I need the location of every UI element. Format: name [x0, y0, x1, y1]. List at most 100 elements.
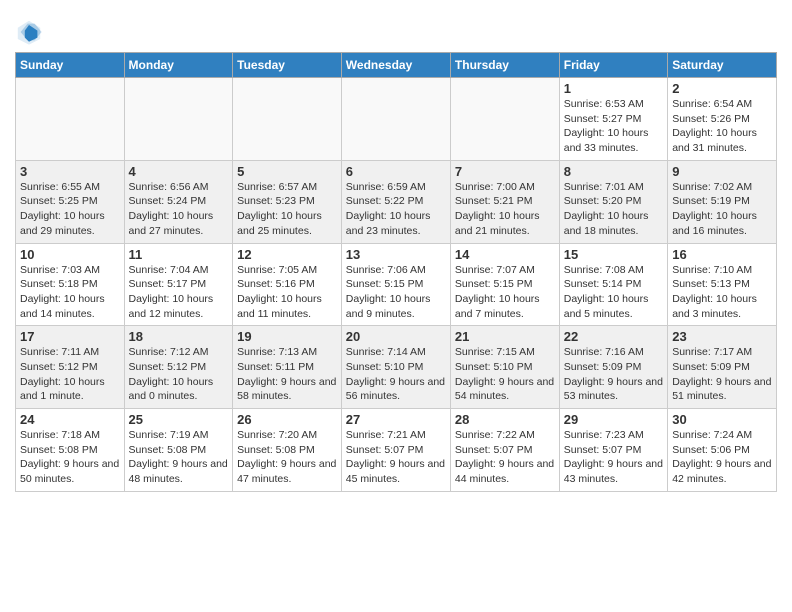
day-number: 28 — [455, 412, 555, 427]
sunset-text: Sunset: 5:23 PM — [237, 195, 315, 207]
sunrise-text: Sunrise: 7:23 AM — [564, 429, 644, 441]
sunrise-text: Sunrise: 7:08 AM — [564, 264, 644, 276]
col-header-wednesday: Wednesday — [341, 53, 450, 78]
day-content: Sunrise: 7:12 AMSunset: 5:12 PMDaylight:… — [129, 345, 229, 404]
sunset-text: Sunset: 5:25 PM — [20, 195, 98, 207]
day-content: Sunrise: 7:20 AMSunset: 5:08 PMDaylight:… — [237, 428, 337, 487]
calendar-cell — [16, 78, 125, 161]
calendar-cell — [233, 78, 342, 161]
day-content: Sunrise: 7:21 AMSunset: 5:07 PMDaylight:… — [346, 428, 446, 487]
day-number: 12 — [237, 247, 337, 262]
calendar-week-row: 17 Sunrise: 7:11 AM Sunset: 5:12 PM Dayligh… — [16, 326, 777, 409]
sunrise-text: Sunrise: 7:05 AM — [237, 264, 317, 276]
sunset-text: Sunset: 5:21 PM — [455, 195, 533, 207]
day-number: 26 — [237, 412, 337, 427]
sunset-text: Sunset: 5:24 PM — [129, 195, 207, 207]
sunset-text: Sunset: 5:09 PM — [672, 361, 750, 373]
day-content: Sunrise: 7:03 AM Sunset: 5:18 PM Daylight:… — [20, 263, 120, 322]
sunrise-text: Sunrise: 7:03 AM — [20, 264, 100, 276]
daylight-text: Daylight: 10 hours and 11 minutes. — [237, 293, 322, 320]
sunrise-text: Sunrise: 7:11 AM — [20, 346, 99, 358]
day-number: 17 — [20, 329, 120, 344]
calendar-cell — [124, 78, 233, 161]
daylight-text: Daylight: 10 hours and 25 minutes. — [237, 210, 322, 237]
calendar-cell: 20Sunrise: 7:14 AMSunset: 5:10 PMDayligh… — [341, 326, 450, 409]
calendar-cell: 22Sunrise: 7:16 AMSunset: 5:09 PMDayligh… — [559, 326, 667, 409]
day-number: 16 — [672, 247, 772, 262]
sunset-text: Sunset: 5:07 PM — [564, 444, 642, 456]
sunrise-text: Sunrise: 7:00 AM — [455, 181, 535, 193]
sunset-text: Sunset: 5:12 PM — [129, 361, 207, 373]
sunrise-text: Sunrise: 7:07 AM — [455, 264, 535, 276]
day-content: Sunrise: 7:01 AMSunset: 5:20 PMDaylight:… — [564, 180, 663, 239]
daylight-text: Daylight: 10 hours and 12 minutes. — [129, 293, 214, 320]
sunset-text: Sunset: 5:18 PM — [20, 278, 98, 290]
day-content: Sunrise: 6:54 AMSunset: 5:26 PMDaylight:… — [672, 97, 772, 156]
calendar-cell: 14Sunrise: 7:07 AMSunset: 5:15 PMDayligh… — [450, 243, 559, 326]
sunset-text: Sunset: 5:10 PM — [346, 361, 424, 373]
day-content: Sunrise: 7:22 AMSunset: 5:07 PMDaylight:… — [455, 428, 555, 487]
calendar-cell: 23Sunrise: 7:17 AMSunset: 5:09 PMDayligh… — [668, 326, 777, 409]
sunrise-text: Sunrise: 7:10 AM — [672, 264, 752, 276]
calendar-cell: 26Sunrise: 7:20 AMSunset: 5:08 PMDayligh… — [233, 409, 342, 492]
col-header-sunday: Sunday — [16, 53, 125, 78]
sunrise-text: Sunrise: 6:54 AM — [672, 98, 752, 110]
day-number: 24 — [20, 412, 120, 427]
daylight-text: Daylight: 10 hours and 16 minutes. — [672, 210, 757, 237]
day-number: 11 — [129, 247, 229, 262]
sunset-text: Sunset: 5:07 PM — [346, 444, 424, 456]
day-content: Sunrise: 7:10 AMSunset: 5:13 PMDaylight:… — [672, 263, 772, 322]
calendar-cell: 5Sunrise: 6:57 AMSunset: 5:23 PMDaylight… — [233, 160, 342, 243]
day-number: 19 — [237, 329, 337, 344]
sunrise-text: Sunrise: 7:04 AM — [129, 264, 209, 276]
daylight-text: Daylight: 9 hours and 53 minutes. — [564, 376, 663, 403]
daylight-text: Daylight: 10 hours and 31 minutes. — [672, 127, 757, 154]
day-number: 15 — [564, 247, 663, 262]
day-number: 10 — [20, 247, 120, 262]
day-content: Sunrise: 7:17 AMSunset: 5:09 PMDaylight:… — [672, 345, 772, 404]
sunrise-text: Sunrise: 7:15 AM — [455, 346, 535, 358]
calendar-table: SundayMondayTuesdayWednesdayThursdayFrid… — [15, 52, 777, 492]
day-number: 1 — [564, 81, 663, 96]
day-content: Sunrise: 7:24 AMSunset: 5:06 PMDaylight:… — [672, 428, 772, 487]
calendar-cell: 15Sunrise: 7:08 AMSunset: 5:14 PMDayligh… — [559, 243, 667, 326]
calendar-cell: 11 Sunrise: 7:04 AM Sunset: 5:17 PM Dayligh… — [124, 243, 233, 326]
calendar-week-row: 3Sunrise: 6:55 AMSunset: 5:25 PMDaylight… — [16, 160, 777, 243]
day-number: 9 — [672, 164, 772, 179]
daylight-text: Daylight: 9 hours and 51 minutes. — [672, 376, 771, 403]
sunrise-text: Sunrise: 7:18 AM — [20, 429, 100, 441]
calendar-cell: 29Sunrise: 7:23 AMSunset: 5:07 PMDayligh… — [559, 409, 667, 492]
day-content: Sunrise: 6:57 AMSunset: 5:23 PMDaylight:… — [237, 180, 337, 239]
sunset-text: Sunset: 5:10 PM — [455, 361, 533, 373]
calendar-cell: 1Sunrise: 6:53 AMSunset: 5:27 PMDaylight… — [559, 78, 667, 161]
day-number: 7 — [455, 164, 555, 179]
calendar-cell: 18Sunrise: 7:12 AMSunset: 5:12 PMDayligh… — [124, 326, 233, 409]
daylight-text: Daylight: 9 hours and 50 minutes. — [20, 458, 119, 485]
day-number: 4 — [129, 164, 229, 179]
daylight-text: Daylight: 10 hours and 21 minutes. — [455, 210, 540, 237]
sunset-text: Sunset: 5:17 PM — [129, 278, 207, 290]
day-number: 22 — [564, 329, 663, 344]
day-content: Sunrise: 6:55 AMSunset: 5:25 PMDaylight:… — [20, 180, 120, 239]
calendar-cell: 21Sunrise: 7:15 AMSunset: 5:10 PMDayligh… — [450, 326, 559, 409]
day-number: 29 — [564, 412, 663, 427]
calendar-cell: 24Sunrise: 7:18 AMSunset: 5:08 PMDayligh… — [16, 409, 125, 492]
page-header — [15, 10, 777, 46]
calendar-cell: 2Sunrise: 6:54 AMSunset: 5:26 PMDaylight… — [668, 78, 777, 161]
col-header-tuesday: Tuesday — [233, 53, 342, 78]
day-content: Sunrise: 7:14 AMSunset: 5:10 PMDaylight:… — [346, 345, 446, 404]
daylight-text: Daylight: 10 hours and 18 minutes. — [564, 210, 649, 237]
day-number: 13 — [346, 247, 446, 262]
calendar-cell: 25Sunrise: 7:19 AMSunset: 5:08 PMDayligh… — [124, 409, 233, 492]
daylight-text: Daylight: 9 hours and 56 minutes. — [346, 376, 445, 403]
sunrise-text: Sunrise: 7:24 AM — [672, 429, 752, 441]
daylight-text: Daylight: 10 hours and 0 minutes. — [129, 376, 214, 403]
sunrise-text: Sunrise: 7:02 AM — [672, 181, 752, 193]
calendar-cell: 13Sunrise: 7:06 AMSunset: 5:15 PMDayligh… — [341, 243, 450, 326]
day-content: Sunrise: 7:06 AMSunset: 5:15 PMDaylight:… — [346, 263, 446, 322]
logo-icon — [15, 18, 43, 46]
daylight-text: Daylight: 10 hours and 14 minutes. — [20, 293, 105, 320]
calendar-week-row: 1Sunrise: 6:53 AMSunset: 5:27 PMDaylight… — [16, 78, 777, 161]
calendar-cell: 30Sunrise: 7:24 AMSunset: 5:06 PMDayligh… — [668, 409, 777, 492]
daylight-text: Daylight: 10 hours and 29 minutes. — [20, 210, 105, 237]
